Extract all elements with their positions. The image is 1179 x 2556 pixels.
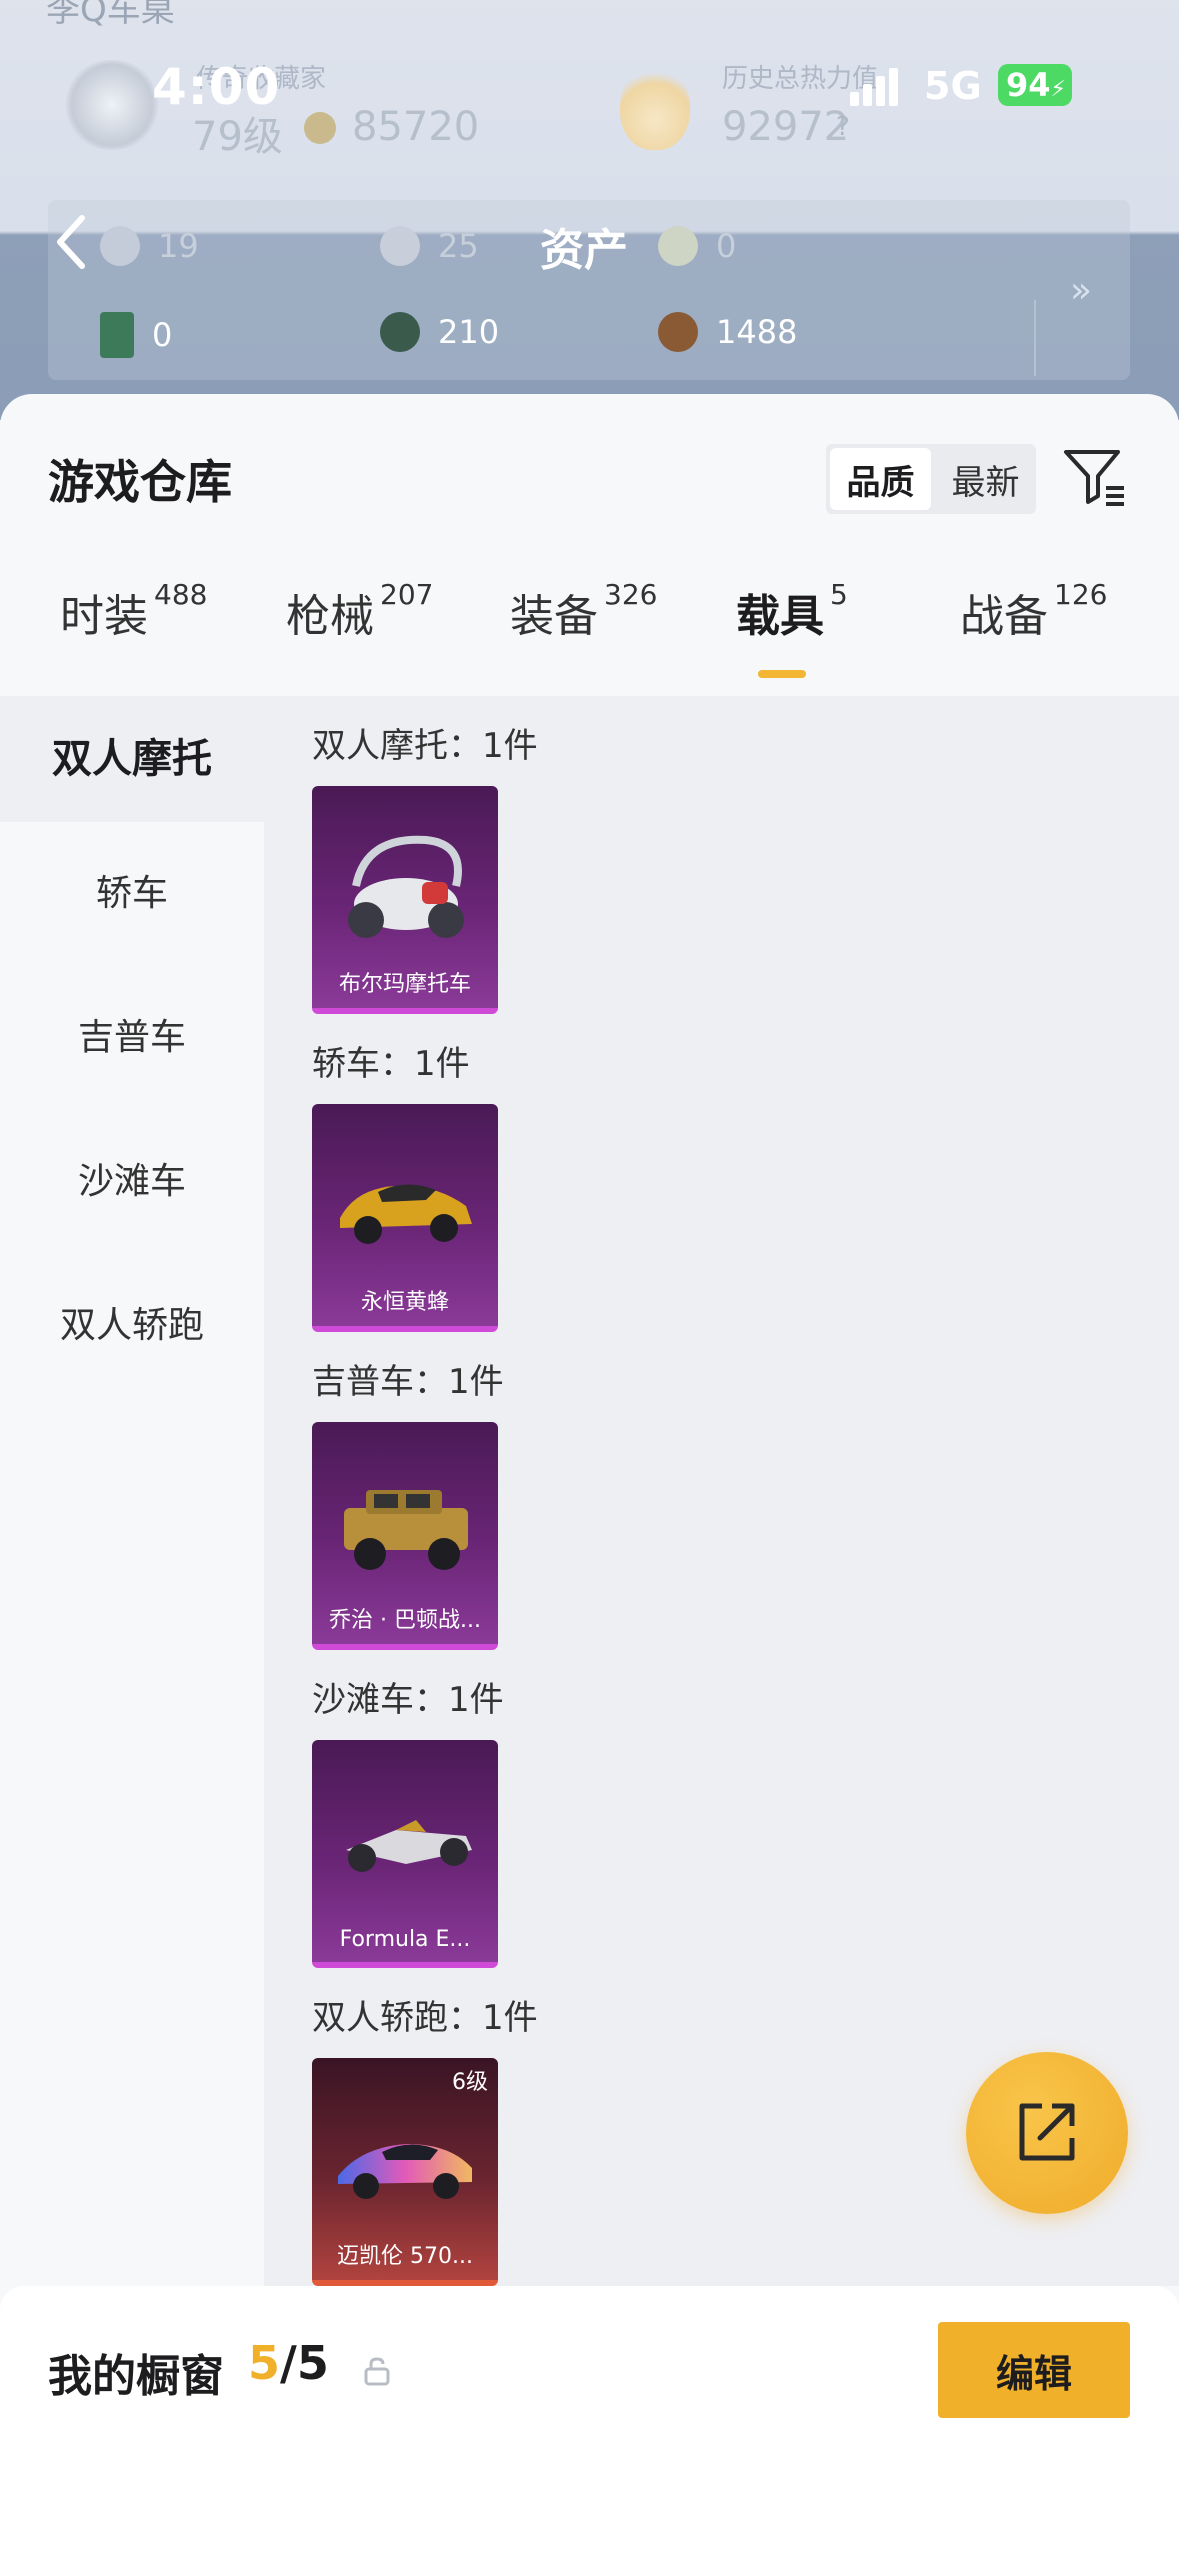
section-title: 轿车：1件 bbox=[312, 1044, 470, 1084]
assets-divider bbox=[1034, 300, 1036, 376]
showcase-total: /5 bbox=[280, 2336, 329, 2390]
category-tabs: 时装 488 枪械 207 装备 326 载具 5 战备 126 bbox=[0, 578, 1179, 676]
warehouse-sheet: 游戏仓库 品质 最新 时装 488 枪械 207 装备 326 载具 5 战备 126 双… bbox=[0, 394, 1179, 2556]
active-tab-indicator bbox=[758, 670, 806, 678]
gem-icon bbox=[100, 226, 140, 266]
asset-item: 210 bbox=[380, 312, 499, 352]
showcase-current: 5 bbox=[248, 2336, 281, 2390]
motorcycle-image bbox=[348, 835, 464, 938]
battery-level: 94 bbox=[1006, 66, 1051, 104]
tab-label: 战备 bbox=[960, 591, 1048, 642]
vehicle-name: 永恒黄蜂 bbox=[360, 1290, 449, 1315]
vehicle-name: 乔治 · 巴顿战... bbox=[329, 1608, 481, 1633]
vehicle-card[interactable]: 布尔玛摩托车 bbox=[312, 786, 498, 1014]
status-time: 4:00 bbox=[152, 58, 281, 116]
showcase-bar: 我的橱窗 5/5 编辑 bbox=[0, 2286, 1179, 2556]
tab-count: 126 bbox=[1054, 578, 1108, 611]
vehicle-card[interactable]: Formula E... bbox=[312, 1740, 498, 1968]
sort-toggle: 品质 最新 bbox=[826, 444, 1036, 514]
vehicle-name: 布尔玛摩托车 bbox=[338, 972, 471, 997]
tab-count: 5 bbox=[830, 578, 848, 611]
vehicle-sidebar: 双人摩托 轿车 吉普车 沙滩车 双人轿跑 bbox=[0, 696, 264, 2286]
token-icon bbox=[380, 226, 420, 266]
back-chevron-icon[interactable] bbox=[52, 212, 92, 272]
share-external-icon bbox=[1019, 2103, 1075, 2161]
double-chevron-right-icon[interactable]: » bbox=[1070, 270, 1092, 311]
sidebar-item-jeep[interactable]: 吉普车 bbox=[0, 1008, 264, 1060]
asset-value: 0 bbox=[716, 227, 737, 265]
vehicle-level-badge: 6级 bbox=[452, 2070, 488, 2095]
tab-label: 时装 bbox=[60, 591, 148, 642]
tab-label: 枪械 bbox=[286, 591, 374, 642]
vehicle-card[interactable]: 6级 迈凯伦 570... bbox=[312, 2058, 498, 2286]
card-icon bbox=[100, 312, 134, 358]
vehicle-card[interactable]: 乔治 · 巴顿战... bbox=[312, 1422, 498, 1650]
asset-value: 19 bbox=[158, 227, 199, 265]
sort-option-newest[interactable]: 最新 bbox=[935, 444, 1036, 514]
vehicle-card[interactable]: 永恒黄蜂 bbox=[312, 1104, 498, 1332]
signal-icon bbox=[850, 66, 904, 106]
sidebar-item-motorcycle[interactable]: 双人摩托 bbox=[0, 696, 264, 822]
asset-value: 25 bbox=[438, 227, 479, 265]
asset-item: 0 bbox=[658, 226, 736, 266]
showcase-count: 5/5 bbox=[248, 2336, 329, 2390]
vehicle-name: Formula E... bbox=[339, 1927, 471, 1952]
tab-fashion[interactable]: 时装 488 bbox=[60, 578, 208, 644]
share-button[interactable] bbox=[966, 2052, 1128, 2214]
tab-count: 207 bbox=[380, 578, 434, 611]
asset-item: 25 bbox=[380, 226, 479, 266]
asset-item: 0 bbox=[100, 312, 172, 358]
jeep-image bbox=[344, 1490, 468, 1570]
battery-icon: 94⚡ bbox=[998, 64, 1072, 106]
badge-icon bbox=[658, 226, 698, 266]
section-title: 吉普车：1件 bbox=[312, 1362, 504, 1402]
sedan-image bbox=[340, 1184, 472, 1244]
sort-option-quality[interactable]: 品质 bbox=[830, 448, 931, 510]
tab-label: 载具 bbox=[736, 591, 824, 642]
vehicle-content: 双人摩托 轿车 吉普车 沙滩车 双人轿跑 双人摩托：1件 布尔玛摩托车 轿车：1… bbox=[0, 696, 1179, 2286]
tab-count: 326 bbox=[604, 578, 658, 611]
tab-equipment[interactable]: 装备 326 bbox=[510, 578, 658, 644]
asset-value: 1488 bbox=[716, 313, 798, 351]
asset-item: 19 bbox=[100, 226, 199, 266]
filter-icon[interactable] bbox=[1062, 444, 1128, 510]
sidebar-item-coupe[interactable]: 双人轿跑 bbox=[0, 1296, 264, 1348]
lock-icon bbox=[364, 2357, 390, 2386]
orb-icon bbox=[380, 312, 420, 352]
asset-value: 210 bbox=[438, 313, 500, 351]
page-title: 游戏仓库 bbox=[48, 455, 232, 509]
edit-button[interactable]: 编辑 bbox=[938, 2322, 1130, 2418]
assets-title: 资产 bbox=[540, 225, 628, 276]
bronze-coin-icon bbox=[658, 312, 698, 352]
vehicle-name: 迈凯伦 570... bbox=[337, 2244, 473, 2269]
clipped-title: 李Q车桌 bbox=[46, 0, 175, 30]
sidebar-item-buggy[interactable]: 沙滩车 bbox=[0, 1152, 264, 1204]
tab-firearms[interactable]: 枪械 207 bbox=[286, 578, 434, 644]
section-title: 双人摩托：1件 bbox=[312, 726, 538, 766]
sidebar-item-sedan[interactable]: 轿车 bbox=[0, 864, 264, 916]
mclaren-image bbox=[338, 2144, 472, 2199]
asset-item: 1488 bbox=[658, 312, 797, 352]
tab-count: 488 bbox=[154, 578, 208, 611]
status-bar: 4:00 5G 94⚡ bbox=[0, 52, 1179, 122]
section-title: 沙滩车：1件 bbox=[312, 1680, 504, 1720]
network-type: 5G bbox=[924, 64, 982, 108]
showcase-title: 我的橱窗 bbox=[48, 2351, 224, 2402]
section-title: 双人轿跑：1件 bbox=[312, 1998, 538, 2038]
tab-label: 装备 bbox=[510, 591, 598, 642]
formula-car-image bbox=[346, 1820, 472, 1872]
tab-gear[interactable]: 战备 126 bbox=[960, 578, 1108, 644]
asset-value: 0 bbox=[152, 316, 173, 354]
tab-vehicles[interactable]: 载具 5 bbox=[736, 578, 848, 644]
